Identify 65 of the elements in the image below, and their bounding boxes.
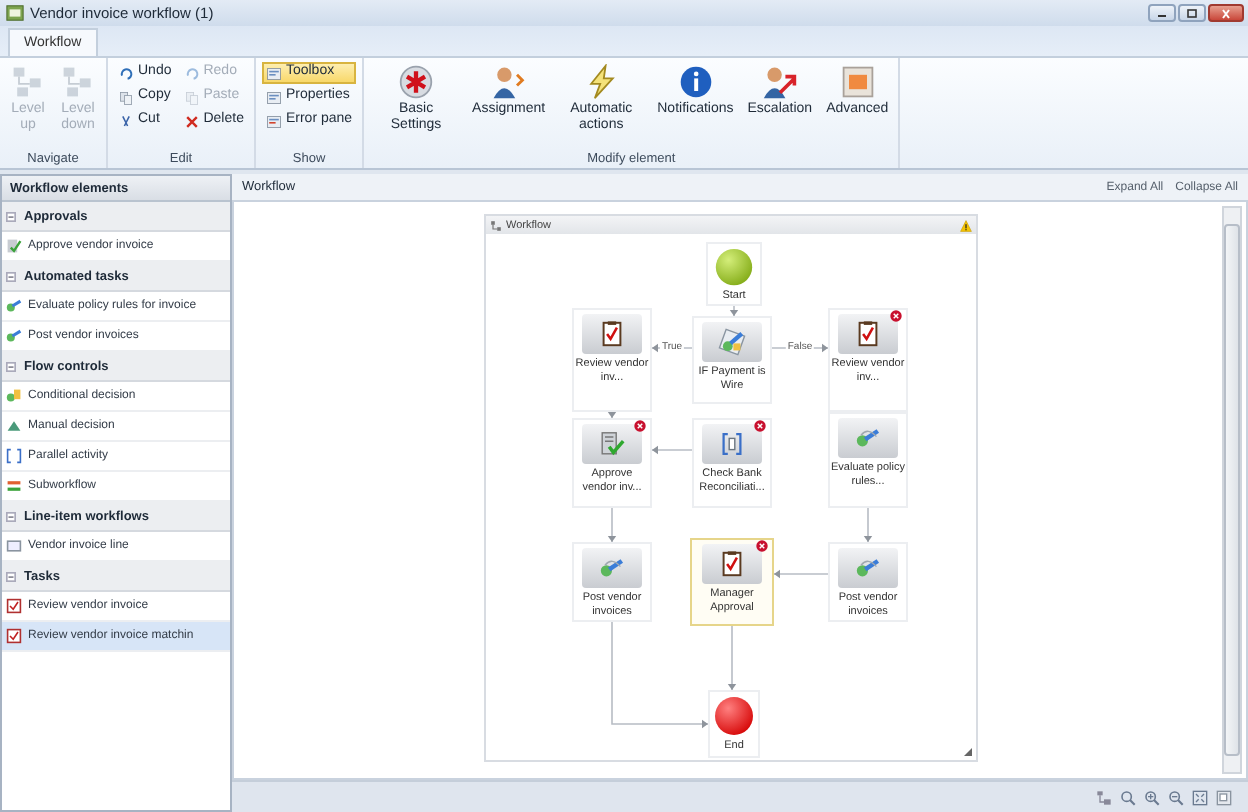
fit-screen-icon[interactable] <box>1192 789 1208 805</box>
arrow-link-icon <box>598 554 626 582</box>
end-circle-icon <box>714 696 754 736</box>
element-icon <box>6 418 22 434</box>
connector-arrow <box>773 569 829 579</box>
clipboard-check-icon <box>598 320 626 348</box>
panel-icon <box>265 113 282 129</box>
minimize-button[interactable] <box>1148 4 1176 22</box>
layout-icon[interactable] <box>1096 789 1112 805</box>
delete-icon <box>183 113 200 129</box>
maximize-icon <box>1182 7 1202 19</box>
collapse-icon[interactable] <box>6 571 16 581</box>
person-arrow-icon <box>761 64 798 100</box>
workflow-icon <box>490 219 502 231</box>
element-icon <box>6 388 22 404</box>
app-icon <box>6 4 24 22</box>
connector-arrow <box>727 625 737 691</box>
hierarchy-icon <box>10 64 46 100</box>
close-icon <box>1216 7 1236 19</box>
collapse-icon[interactable] <box>6 511 16 521</box>
checkbox-clipboard-icon <box>6 598 22 614</box>
window-icon <box>839 64 876 100</box>
collapse-icon[interactable] <box>6 211 16 221</box>
paste-icon <box>183 89 200 105</box>
clipboard-check-icon <box>718 550 746 578</box>
clipboard-check-icon <box>854 320 882 348</box>
copy-icon <box>118 89 134 105</box>
document-check-icon <box>598 430 626 458</box>
maximize-button[interactable] <box>1178 4 1206 22</box>
start-circle-icon <box>714 248 754 287</box>
connector-arrow <box>607 507 617 543</box>
scissors-icon <box>118 113 134 129</box>
lightning-icon <box>583 64 620 100</box>
decision-icon <box>718 328 746 356</box>
arrow-link-icon <box>854 424 882 452</box>
close-button[interactable] <box>1208 4 1244 22</box>
undo-icon <box>118 65 134 81</box>
collapse-icon[interactable] <box>6 271 16 281</box>
arrow-link-icon <box>854 554 882 582</box>
panel-icon <box>265 65 282 81</box>
connector-arrow <box>651 445 693 455</box>
redo-icon <box>183 65 200 81</box>
asterisk-icon <box>398 64 435 100</box>
brackets-icon <box>718 430 746 458</box>
element-icon <box>6 538 22 554</box>
element-icon <box>6 478 22 494</box>
zoom-out-icon[interactable] <box>1168 789 1184 805</box>
panel-icon <box>265 89 282 105</box>
connector-arrow <box>611 621 709 729</box>
element-icon <box>6 448 22 464</box>
collapse-icon[interactable] <box>6 361 16 371</box>
element-icon <box>6 238 22 254</box>
connector-arrow <box>863 507 873 543</box>
info-icon <box>677 64 714 100</box>
overview-icon[interactable] <box>1216 789 1232 805</box>
hierarchy-icon <box>60 64 96 100</box>
scrollbar-thumb[interactable] <box>1224 224 1240 756</box>
element-icon <box>6 328 22 344</box>
resize-grip-icon[interactable] <box>964 748 972 756</box>
zoom-icon[interactable] <box>1120 789 1136 805</box>
element-icon <box>6 298 22 314</box>
checkbox-clipboard-icon <box>6 628 22 644</box>
person-icon <box>490 64 527 100</box>
vertical-scrollbar[interactable] <box>1222 206 1242 774</box>
zoom-in-icon[interactable] <box>1144 789 1160 805</box>
